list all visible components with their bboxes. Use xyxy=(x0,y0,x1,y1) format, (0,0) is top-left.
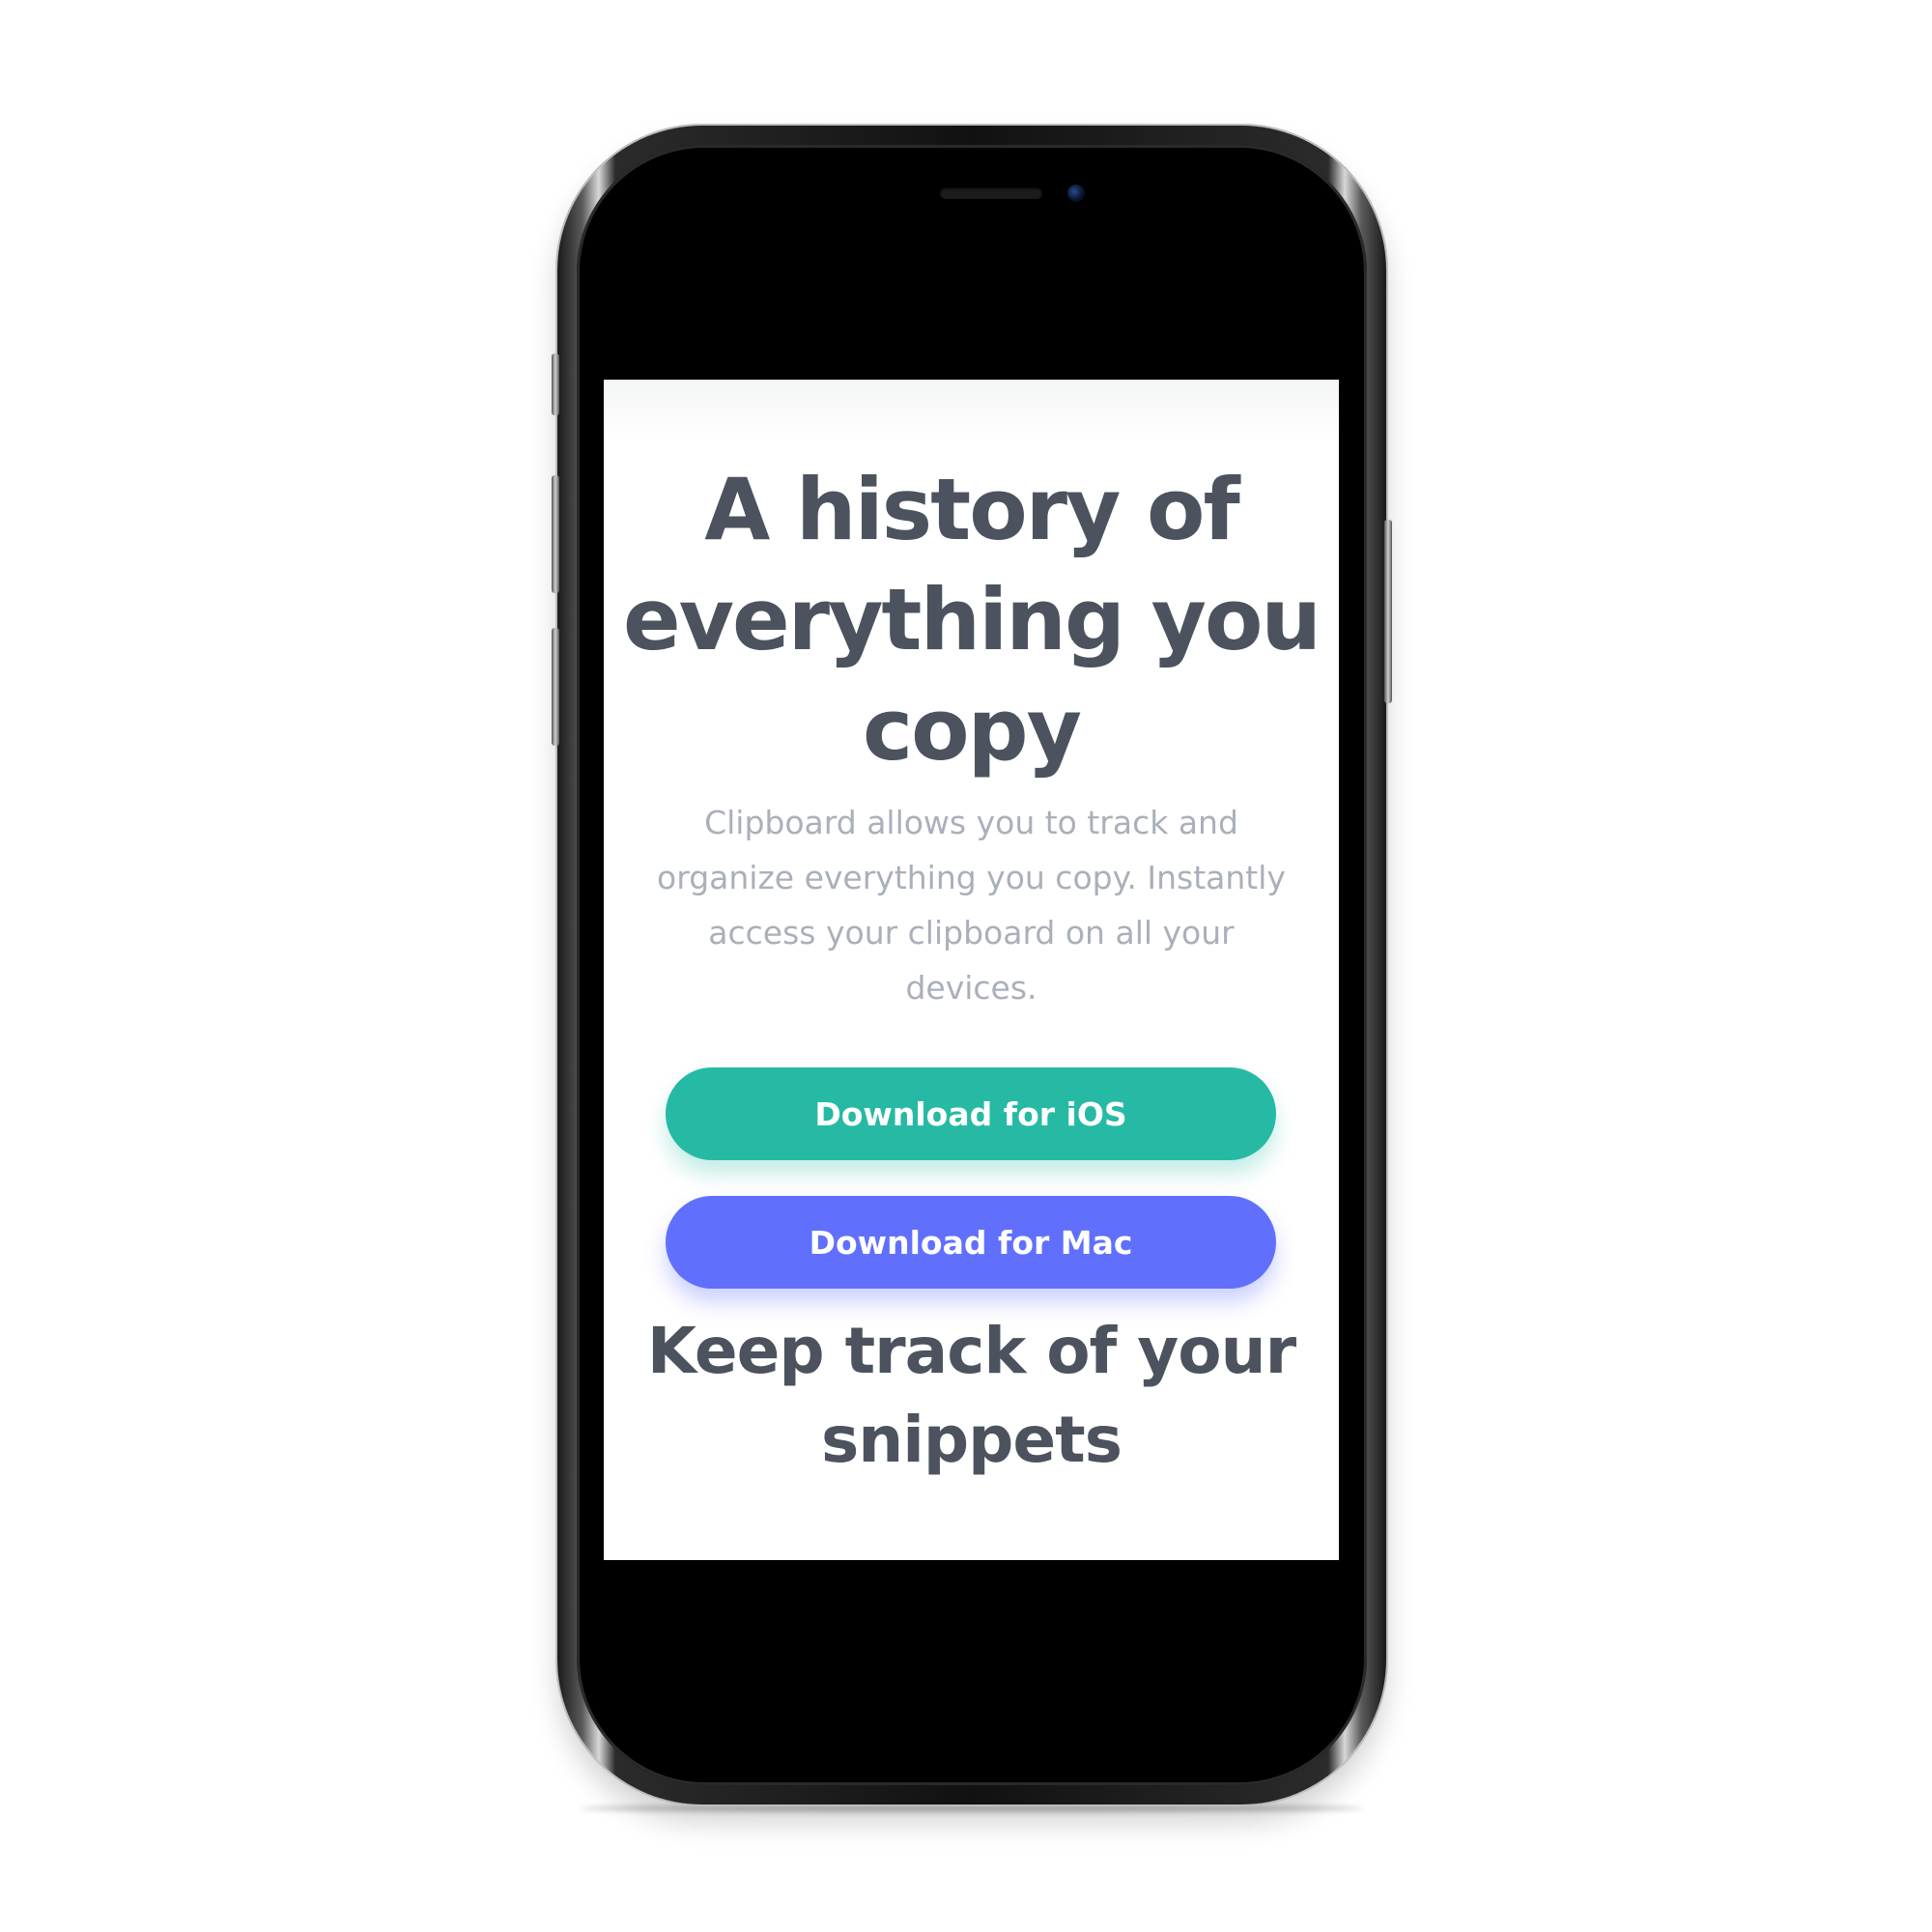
earpiece-speaker xyxy=(940,187,1042,199)
section-title: Keep track of your snippets xyxy=(604,1307,1339,1485)
hero-description-line: organize everything you copy. Instantly xyxy=(657,859,1286,896)
section-title-line: Keep track of your xyxy=(646,1314,1296,1388)
phone-screen: A history of everything you copy Clipboa… xyxy=(604,380,1339,1560)
screen-top-fade xyxy=(604,380,1339,438)
volume-down-button xyxy=(552,628,559,746)
download-mac-button[interactable]: Download for Mac xyxy=(666,1196,1276,1289)
hero-title-line: everything you xyxy=(622,570,1321,669)
hero-description: Clipboard allows you to track and organi… xyxy=(633,795,1310,1015)
hero-title: A history of everything you copy xyxy=(604,455,1339,785)
hero-title-line: copy xyxy=(863,680,1082,780)
hero-description-line: Clipboard allows you to track and xyxy=(704,804,1238,841)
hero-title-line: A history of xyxy=(704,460,1240,559)
mockup-stage: A history of everything you copy Clipboa… xyxy=(0,0,1932,1932)
section-title-line: snippets xyxy=(821,1403,1122,1477)
phone-shadow xyxy=(580,1804,1364,1812)
silent-switch xyxy=(552,354,559,415)
hero-description-line: devices. xyxy=(905,969,1037,1007)
download-ios-button[interactable]: Download for iOS xyxy=(666,1067,1276,1160)
volume-up-button xyxy=(552,475,559,593)
front-camera-icon xyxy=(1067,185,1085,202)
hero-description-line: access your clipboard on all your xyxy=(708,914,1235,952)
power-button xyxy=(1384,520,1392,703)
